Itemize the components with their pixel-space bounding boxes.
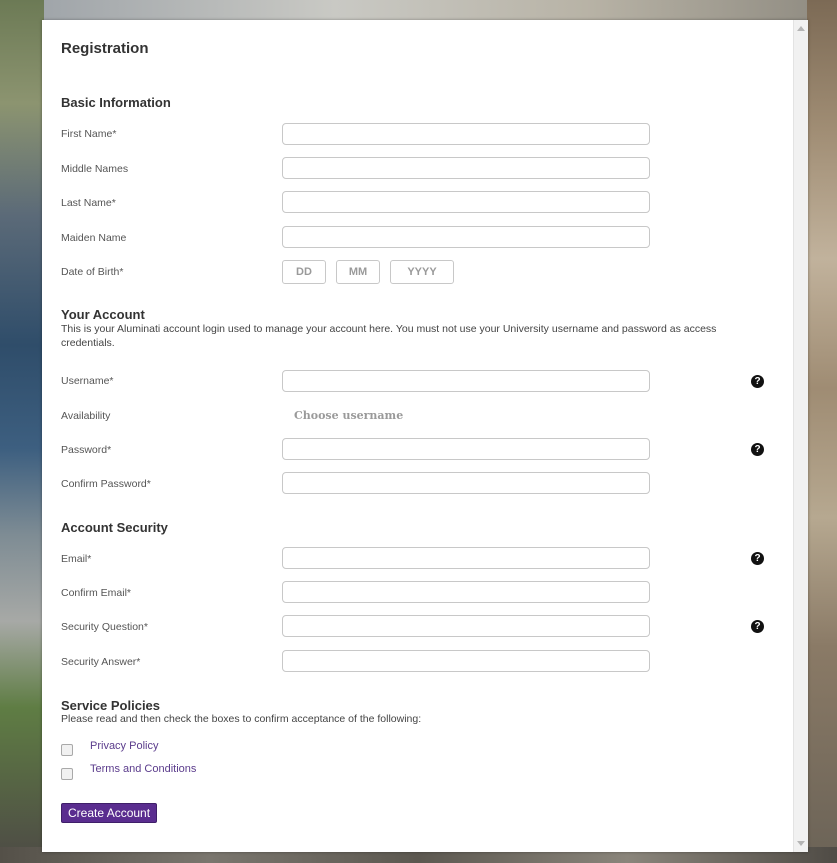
dob-day-field[interactable]	[282, 260, 326, 284]
question-mark-circle-icon[interactable]: ?	[751, 375, 764, 388]
availability-status: Choose username	[294, 409, 404, 422]
question-mark-circle-icon[interactable]: ?	[751, 552, 764, 565]
terms-conditions-link[interactable]: Terms and Conditions	[90, 763, 196, 775]
confirm-email-field[interactable]	[282, 581, 650, 603]
privacy-policy-link[interactable]: Privacy Policy	[90, 740, 158, 752]
section-title-service-policies: Service Policies	[61, 698, 161, 713]
username-field[interactable]	[282, 370, 650, 392]
first-name-field[interactable]	[282, 123, 650, 145]
last-name-field[interactable]	[282, 191, 650, 213]
page-title: Registration	[61, 40, 149, 57]
last-name-label: Last Name*	[61, 197, 116, 209]
security-answer-label: Security Answer*	[61, 656, 141, 668]
section-title-basic-information: Basic Information	[61, 95, 171, 110]
password-label: Password*	[61, 444, 112, 456]
password-field[interactable]	[282, 438, 650, 460]
security-question-field[interactable]	[282, 615, 650, 637]
section-title-your-account: Your Account	[61, 307, 145, 322]
scroll-down-arrow-icon[interactable]	[797, 841, 805, 846]
confirm-password-label: Confirm Password*	[61, 478, 151, 490]
question-mark-circle-icon[interactable]: ?	[751, 620, 764, 633]
dob-year-field[interactable]	[390, 260, 454, 284]
background-right-building	[807, 0, 837, 863]
availability-label: Availability	[61, 410, 111, 422]
maiden-name-label: Maiden Name	[61, 232, 127, 244]
background-left-building	[0, 0, 44, 863]
first-name-label: First Name*	[61, 128, 117, 140]
email-field[interactable]	[282, 547, 650, 569]
username-label: Username*	[61, 375, 114, 387]
scroll-up-arrow-icon[interactable]	[797, 26, 805, 31]
terms-conditions-checkbox[interactable]	[61, 768, 73, 780]
registration-panel: Registration Basic Information First Nam…	[42, 20, 808, 852]
middle-names-label: Middle Names	[61, 163, 129, 175]
dob-month-field[interactable]	[336, 260, 380, 284]
create-account-button[interactable]: Create Account	[61, 803, 158, 823]
policies-description: Please read and then check the boxes to …	[61, 713, 422, 725]
email-label: Email*	[61, 553, 92, 565]
question-mark-circle-icon[interactable]: ?	[751, 443, 764, 456]
confirm-password-field[interactable]	[282, 472, 650, 494]
account-description: This is your Aluminati account login use…	[61, 323, 717, 349]
date-of-birth-label: Date of Birth*	[61, 266, 124, 278]
confirm-email-label: Confirm Email*	[61, 587, 132, 599]
maiden-name-field[interactable]	[282, 226, 650, 248]
section-title-account-security: Account Security	[61, 520, 168, 535]
scrollbar[interactable]	[793, 20, 808, 852]
security-answer-field[interactable]	[282, 650, 650, 672]
security-question-label: Security Question*	[61, 621, 148, 633]
privacy-policy-checkbox[interactable]	[61, 744, 73, 756]
middle-names-field[interactable]	[282, 157, 650, 179]
